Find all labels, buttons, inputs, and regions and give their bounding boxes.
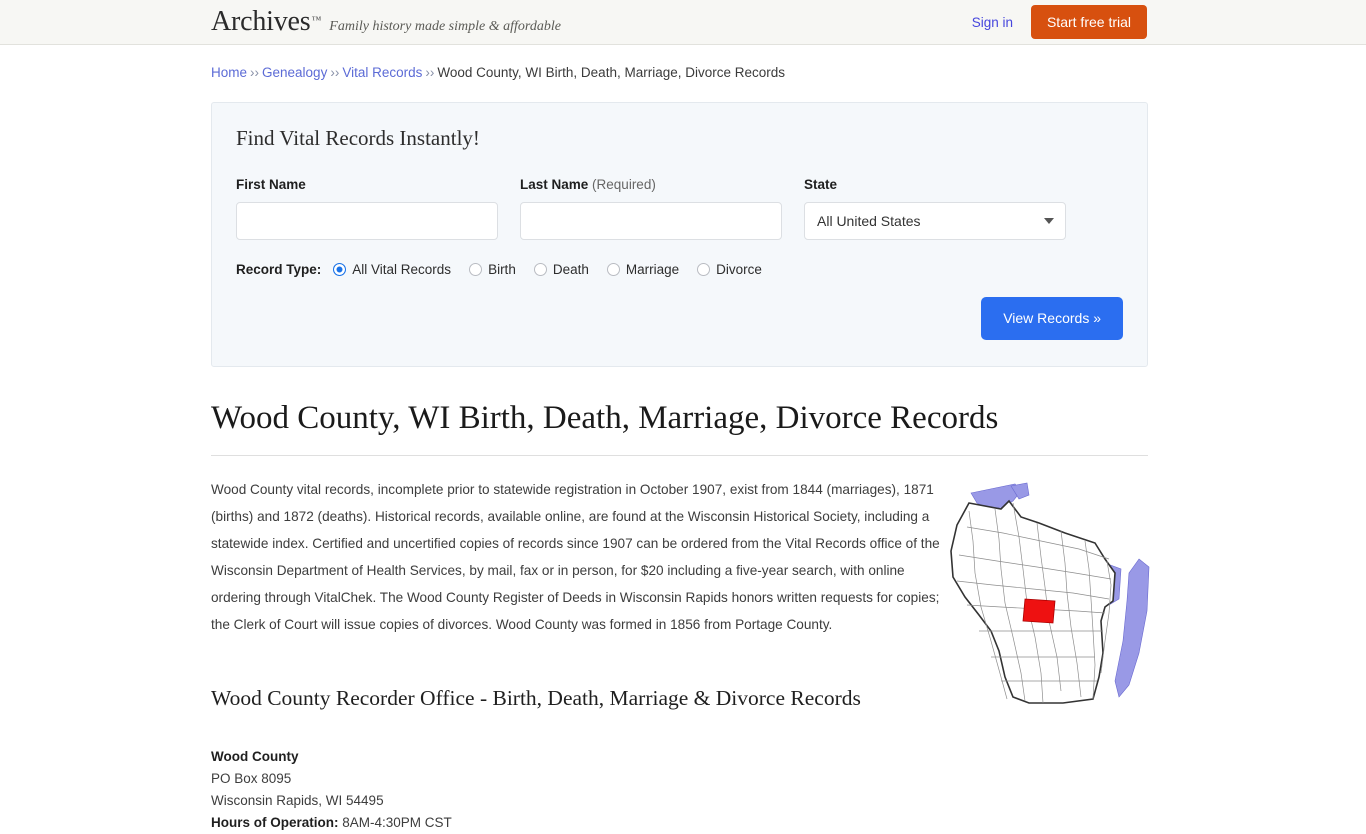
breadcrumb-separator-icon: ›› [250, 65, 259, 80]
radio-birth[interactable]: Birth [469, 262, 516, 277]
highlighted-county [1023, 599, 1055, 623]
main-content: Wood County vital records, incomplete pr… [211, 476, 1148, 834]
first-name-field-group: First Name [236, 177, 498, 240]
sign-in-link[interactable]: Sign in [972, 15, 1013, 30]
state-select-wrapper: All United States [804, 202, 1066, 240]
first-name-label: First Name [236, 177, 498, 192]
brand-tagline: Family history made simple & affordable [329, 19, 561, 35]
last-name-required-note: (Required) [592, 177, 656, 192]
breadcrumb-item-home[interactable]: Home [211, 65, 247, 80]
record-type-row: Record Type: All Vital Records Birth Dea… [236, 262, 1123, 277]
first-name-label-text: First Name [236, 177, 306, 192]
view-records-button[interactable]: View Records » [981, 297, 1123, 340]
state-label: State [804, 177, 1066, 192]
last-name-label: Last Name (Required) [520, 177, 782, 192]
breadcrumb-current-page: Wood County, WI Birth, Death, Marriage, … [437, 65, 785, 80]
recorder-office-address: Wood County PO Box 8095 Wisconsin Rapids… [211, 746, 1148, 834]
start-free-trial-button[interactable]: Start free trial [1031, 5, 1147, 39]
first-name-input[interactable] [236, 202, 498, 240]
radio-button-icon[interactable] [534, 263, 547, 276]
page-title: Wood County, WI Birth, Death, Marriage, … [211, 399, 1148, 457]
county-description-paragraph: Wood County vital records, incomplete pr… [211, 476, 941, 638]
site-header: Archives™ Family history made simple & a… [0, 0, 1366, 45]
radio-birth-label: Birth [488, 262, 516, 277]
breadcrumb-separator-icon: ›› [330, 65, 339, 80]
last-name-field-group: Last Name (Required) [520, 177, 782, 240]
brand-logo[interactable]: Archives™ Family history made simple & a… [211, 8, 561, 36]
search-panel-title: Find Vital Records Instantly! [236, 126, 1123, 151]
office-hours-value: 8AM-4:30PM CST [342, 815, 452, 830]
header-actions: Sign in Start free trial [972, 5, 1147, 39]
radio-marriage-label: Marriage [626, 262, 679, 277]
breadcrumb-item-genealogy[interactable]: Genealogy [262, 65, 327, 80]
search-submit-row: View Records » [236, 297, 1123, 340]
breadcrumb-separator-icon: ›› [425, 65, 434, 80]
wisconsin-county-map-image [943, 481, 1153, 711]
state-selected-value: All United States [817, 213, 921, 229]
breadcrumb: Home››Genealogy››Vital Records››Wood Cou… [211, 64, 1148, 82]
radio-button-icon[interactable] [469, 263, 482, 276]
radio-divorce-label: Divorce [716, 262, 762, 277]
last-name-input[interactable] [520, 202, 782, 240]
address-org-name: Wood County [211, 746, 1148, 768]
office-hours-label: Hours of Operation: [211, 815, 339, 830]
state-select[interactable]: All United States [804, 202, 1066, 240]
radio-button-icon[interactable] [333, 263, 346, 276]
state-field-group: State All United States [804, 177, 1066, 240]
vital-records-search-panel: Find Vital Records Instantly! First Name… [211, 102, 1148, 367]
radio-all-vital-records[interactable]: All Vital Records [333, 262, 451, 277]
radio-button-icon[interactable] [607, 263, 620, 276]
record-type-label: Record Type: [236, 262, 321, 277]
state-label-text: State [804, 177, 837, 192]
trademark-icon: ™ [311, 15, 321, 26]
radio-all-vital-records-label: All Vital Records [352, 262, 451, 277]
radio-death-label: Death [553, 262, 589, 277]
radio-death[interactable]: Death [534, 262, 589, 277]
radio-button-icon[interactable] [697, 263, 710, 276]
radio-marriage[interactable]: Marriage [607, 262, 679, 277]
search-fields-row: First Name Last Name (Required) State [236, 177, 1123, 240]
office-hours-line: Hours of Operation: 8AM-4:30PM CST [211, 812, 1148, 834]
last-name-label-text: Last Name [520, 177, 588, 192]
breadcrumb-item-vital-records[interactable]: Vital Records [342, 65, 422, 80]
radio-divorce[interactable]: Divorce [697, 262, 762, 277]
address-line-1: PO Box 8095 [211, 768, 1148, 790]
address-line-2: Wisconsin Rapids, WI 54495 [211, 790, 1148, 812]
page-body: Home››Genealogy››Vital Records››Wood Cou… [0, 64, 1366, 834]
brand-name: Archives [211, 8, 310, 36]
